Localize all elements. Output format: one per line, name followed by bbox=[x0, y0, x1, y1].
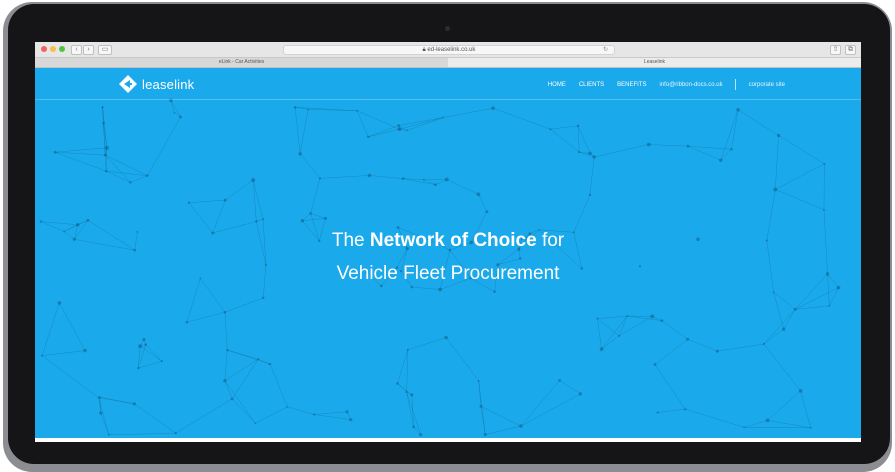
hero-line-1: The Network of Choice for bbox=[35, 226, 861, 256]
sidebar-toggle-button[interactable]: ▭ bbox=[98, 45, 112, 55]
nav-benefits[interactable]: BENEFITS bbox=[617, 82, 646, 88]
laptop-frame: ‹ › ▭ 🔒︎ ed-leaselink.co.uk ↻ ⇧ ⧉ eLink … bbox=[0, 0, 895, 442]
main-nav: HOME CLIENTS BENEFITS info@ribbon-docs.c… bbox=[535, 79, 785, 90]
site-header: leaselink HOME CLIENTS BENEFITS info@rib… bbox=[35, 68, 861, 100]
tab-bar: eLink - Car Activities Leaselink bbox=[35, 58, 861, 68]
address-text: ed-leaselink.co.uk bbox=[427, 47, 475, 53]
tab-leaselink[interactable]: Leaselink bbox=[448, 58, 861, 67]
browser-toolbar: ‹ › ▭ 🔒︎ ed-leaselink.co.uk ↻ ⇧ ⧉ bbox=[35, 42, 861, 58]
nav-divider bbox=[735, 79, 736, 90]
nav-email-link[interactable]: info@ribbon-docs.co.uk bbox=[660, 82, 723, 88]
nav-clients[interactable]: CLIENTS bbox=[579, 82, 604, 88]
screen: ‹ › ▭ 🔒︎ ed-leaselink.co.uk ↻ ⇧ ⧉ eLink … bbox=[35, 42, 861, 442]
minimize-window-icon[interactable] bbox=[50, 46, 56, 52]
camera bbox=[445, 26, 450, 31]
brand-name: leaselink bbox=[142, 77, 194, 92]
hero-highlight: Network of Choice bbox=[370, 230, 537, 251]
address-bar[interactable]: 🔒︎ ed-leaselink.co.uk ↻ bbox=[283, 45, 615, 55]
content-edge bbox=[35, 438, 861, 442]
hero-prefix: The bbox=[332, 230, 370, 251]
zoom-window-icon[interactable] bbox=[59, 46, 65, 52]
close-window-icon[interactable] bbox=[41, 46, 47, 52]
leaselink-logo-icon bbox=[119, 75, 137, 93]
hero-line-2: Vehicle Fleet Procurement bbox=[35, 259, 861, 289]
share-button[interactable]: ⇧ bbox=[830, 45, 841, 55]
hero-heading: The Network of Choice for Vehicle Fleet … bbox=[35, 226, 861, 289]
forward-button[interactable]: › bbox=[83, 45, 94, 55]
new-tab-button[interactable]: ⧉ bbox=[845, 45, 856, 55]
tab-elink[interactable]: eLink - Car Activities bbox=[35, 58, 448, 67]
back-button[interactable]: ‹ bbox=[71, 45, 82, 55]
website: leaselink HOME CLIENTS BENEFITS info@rib… bbox=[35, 68, 861, 442]
reload-icon[interactable]: ↻ bbox=[603, 46, 608, 54]
brand-logo[interactable]: leaselink bbox=[119, 75, 194, 93]
nav-home[interactable]: HOME bbox=[548, 82, 566, 88]
nav-corporate-site[interactable]: corporate site bbox=[749, 82, 785, 88]
hero-suffix: for bbox=[537, 230, 564, 251]
